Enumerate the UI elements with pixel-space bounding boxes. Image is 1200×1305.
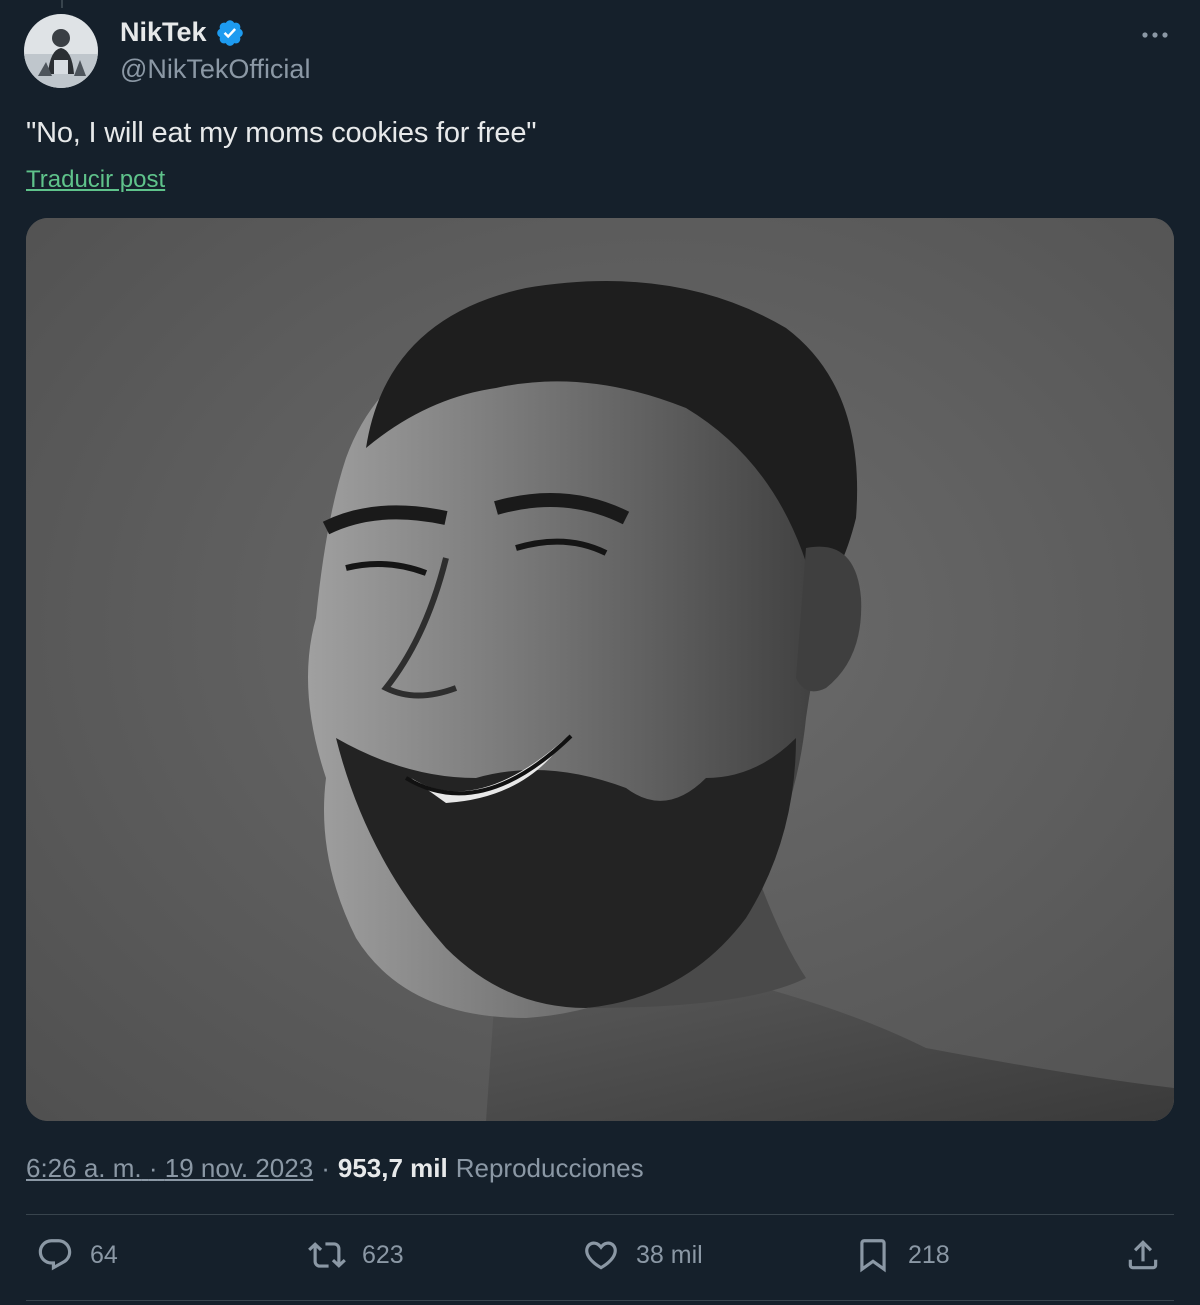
tweet-media-photo[interactable] (26, 218, 1174, 1121)
share-icon (1124, 1236, 1162, 1274)
bookmark-icon (854, 1236, 892, 1274)
thread-line (61, 0, 63, 8)
divider-bottom (26, 1300, 1174, 1301)
more-options-icon[interactable] (1138, 20, 1172, 50)
tweet-date: 19 nov. 2023 (164, 1153, 314, 1183)
bookmark-button[interactable]: 218 (854, 1236, 950, 1274)
author-handle[interactable]: @NikTekOfficial (120, 54, 310, 85)
divider-top (26, 1214, 1174, 1215)
meta-separator: · (321, 1153, 330, 1183)
avatar[interactable] (24, 14, 98, 88)
like-count: 38 mil (636, 1240, 703, 1269)
verified-badge-icon (215, 18, 245, 48)
author-display-name[interactable]: NikTek (120, 17, 245, 48)
tweet-text: "No, I will eat my moms cookies for free… (26, 117, 537, 149)
like-button[interactable]: 38 mil (582, 1236, 703, 1274)
reply-count: 64 (90, 1240, 118, 1269)
reply-icon (36, 1236, 74, 1274)
meta-separator: · (148, 1153, 158, 1183)
retweet-button[interactable]: 623 (308, 1236, 404, 1274)
author-name-text: NikTek (120, 17, 207, 47)
translate-post-link[interactable]: Traducir post (26, 166, 165, 194)
reply-button[interactable]: 64 (36, 1236, 118, 1274)
bookmark-count: 218 (908, 1240, 950, 1269)
tweet-card: NikTek @NikTekOfficial "No, I will eat m… (0, 0, 1200, 1305)
retweet-count: 623 (362, 1240, 404, 1269)
heart-icon (582, 1236, 620, 1274)
tweet-meta: 6:26 a. m. · 19 nov. 2023 · 953,7 mil Re… (26, 1153, 644, 1184)
tweet-actions-bar: 64 623 38 mil 218 (26, 1216, 1174, 1298)
retweet-icon (308, 1236, 346, 1274)
views-label: Reproducciones (455, 1153, 644, 1183)
views-count: 953,7 mil (337, 1153, 448, 1183)
tweet-timestamp[interactable]: 6:26 a. m. · 19 nov. 2023 (26, 1153, 313, 1184)
share-button[interactable] (1124, 1236, 1162, 1274)
tweet-time: 6:26 a. m. (26, 1153, 142, 1183)
